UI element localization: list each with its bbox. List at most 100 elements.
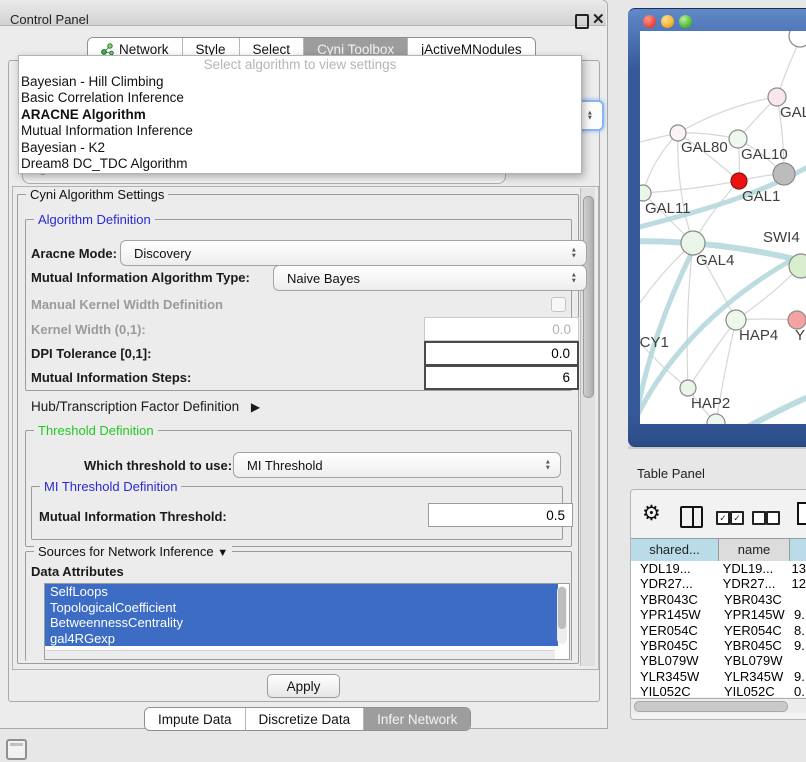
gear-icon[interactable]: ⚙ (642, 501, 661, 526)
table-row[interactable]: YDR27...YDR27...12 (631, 576, 806, 591)
table-hscrollbar[interactable] (631, 698, 806, 713)
mi-steps-field[interactable]: 6 (424, 365, 579, 390)
close-panel-icon[interactable]: ✕ (592, 10, 605, 28)
mi-type-label: Mutual Information Algorithm Type: (31, 270, 250, 285)
mi-type-combo[interactable]: Naive Bayes ▲▼ (273, 265, 587, 291)
network-edge (643, 181, 739, 193)
network-node-gal11[interactable] (640, 185, 651, 201)
table-row[interactable]: YPR145WYPR145W9. (631, 607, 806, 622)
manual-kernel-checkbox[interactable] (551, 297, 566, 312)
network-edge-thick (742, 398, 806, 424)
close-window-icon[interactable] (643, 15, 656, 28)
collapsed-panel-icon[interactable] (6, 739, 27, 760)
dropdown-item-selected[interactable]: ARACNE Algorithm (19, 107, 581, 123)
window-shadow (628, 446, 806, 449)
hub-definition-toggle[interactable]: Hub/Transcription Factor Definition ▶ (31, 399, 260, 414)
tab-discretize-data[interactable]: Discretize Data (245, 708, 364, 730)
network-tab-icon (101, 43, 114, 56)
table-row[interactable]: YBR045CYBR045C9. (631, 638, 806, 653)
group-title: MI Threshold Definition (40, 479, 181, 494)
float-panel-icon[interactable] (575, 14, 589, 29)
kernel-width-field[interactable]: 0.0 (424, 317, 579, 341)
tab-infer-network[interactable]: Infer Network (363, 708, 470, 730)
dropdown-item[interactable]: Basic Correlation Inference (19, 90, 581, 106)
group-title: Cyni Algorithm Settings (26, 187, 168, 202)
sources-toggle[interactable]: Sources for Network Inference ▼ (34, 544, 232, 559)
dropdown-item[interactable]: Bayesian - K2 (19, 140, 581, 156)
aracne-mode-combo[interactable]: Discovery ▲▼ (120, 240, 587, 266)
chevron-down-icon: ▼ (217, 547, 228, 559)
network-node-hap2[interactable] (680, 380, 696, 396)
node-label: GAL (780, 104, 806, 121)
node-label: SWI4 (763, 229, 800, 246)
table-row[interactable]: YER054CYER054C8. (631, 623, 806, 638)
list-item[interactable]: BetweennessCentrality (45, 615, 558, 631)
scrollbar-thumb[interactable] (634, 701, 788, 712)
data-attributes-label: Data Attributes (31, 564, 124, 579)
list-item[interactable]: SelfLoops (45, 584, 558, 600)
deselect-all-checkbox-icon2[interactable] (766, 511, 780, 525)
spinner-icon: ▲▼ (587, 110, 593, 121)
algorithm-dropdown-popup: Select algorithm to view settings Bayesi… (18, 55, 582, 174)
screen: Control Panel ✕ Network Style Select Cyn… (0, 0, 806, 762)
minimize-window-icon[interactable] (661, 15, 674, 28)
column-header-shared[interactable]: shared... (631, 538, 719, 562)
scrollbar-thumb[interactable] (558, 587, 566, 629)
scrollbar-thumb[interactable] (583, 196, 594, 398)
node-label: HAP2 (691, 395, 730, 412)
dropdown-item[interactable]: Dream8 DC_TDC Algorithm (19, 156, 581, 172)
export-table-icon[interactable] (797, 502, 806, 525)
deselect-all-checkbox-icon[interactable] (752, 511, 766, 525)
apply-button[interactable]: Apply (267, 674, 340, 698)
column-header-partial[interactable] (790, 538, 806, 562)
table-row[interactable]: YIL052CYIL052C0. (631, 684, 806, 697)
group-title: Algorithm Definition (34, 212, 155, 227)
dropdown-item[interactable]: Mutual Information Inference (19, 123, 581, 139)
mi-threshold-field[interactable]: 0.5 (428, 503, 573, 527)
mi-threshold-label: Mutual Information Threshold: (39, 509, 227, 524)
select-all-checkbox-icon[interactable]: ✓ (716, 511, 730, 525)
list-scrollbar[interactable] (557, 586, 567, 644)
node-label: GAL10 (741, 146, 788, 163)
table-row[interactable]: YBR043CYBR043C (631, 592, 806, 607)
show-columns-icon[interactable] (680, 506, 703, 528)
node-label: GAL1 (742, 188, 780, 205)
table-row[interactable]: YDL19...YDL19...13 (631, 561, 806, 576)
list-item[interactable]: TopologicalCoefficient (45, 600, 558, 616)
group-title: Threshold Definition (34, 423, 158, 438)
tab-impute-data[interactable]: Impute Data (145, 708, 245, 730)
network-edge (643, 133, 678, 193)
table-row[interactable]: YBL079WYBL079W (631, 653, 806, 668)
spinner-icon: ▲▼ (571, 273, 577, 284)
select-all-checkbox-icon2[interactable]: ✓ (730, 511, 744, 525)
node-label: GCY1 (640, 334, 669, 351)
dropdown-prompt: Select algorithm to view settings (19, 56, 581, 74)
node-label: Y (795, 327, 805, 344)
which-threshold-label: Which threshold to use: (84, 458, 232, 473)
column-header-name[interactable]: name (719, 538, 790, 562)
zoom-window-icon[interactable] (679, 15, 692, 28)
node-label: GAL80 (681, 139, 728, 156)
which-threshold-combo[interactable]: MI Threshold ▲▼ (233, 452, 561, 478)
list-hscrollbar[interactable] (45, 650, 555, 659)
data-attributes-list: SelfLoops TopologicalCoefficient Between… (44, 583, 570, 660)
network-edge (678, 97, 777, 133)
table-body: YDL19...YDL19...13 YDR27...YDR27...12 YB… (631, 561, 806, 697)
dpi-tolerance-label: DPI Tolerance [0,1]: (31, 346, 151, 361)
table-row[interactable]: YLR345WYLR345W9. (631, 669, 806, 684)
network-node-gal1[interactable] (731, 173, 747, 189)
network-graph: GALGAL80GAL10GAL1GAL11GAL4SWI4HAP4YGCY1H… (640, 31, 806, 424)
network-node[interactable] (707, 414, 725, 424)
node-label: GAL4 (696, 252, 734, 269)
panel-title: Control Panel (10, 12, 89, 27)
network-node[interactable] (773, 163, 795, 185)
dpi-tolerance-field[interactable]: 0.0 (424, 341, 579, 366)
node-label: GAL11 (645, 200, 691, 217)
mi-steps-label: Mutual Information Steps: (31, 370, 191, 385)
dropdown-item[interactable]: Bayesian - Hill Climbing (19, 74, 581, 90)
network-node[interactable] (789, 31, 806, 47)
spinner-icon: ▲▼ (545, 460, 551, 471)
network-canvas[interactable]: GALGAL80GAL10GAL1GAL11GAL4SWI4HAP4YGCY1H… (640, 31, 806, 424)
control-panel-titlebar[interactable] (0, 0, 606, 26)
list-item[interactable]: gal4RGexp (45, 631, 558, 647)
